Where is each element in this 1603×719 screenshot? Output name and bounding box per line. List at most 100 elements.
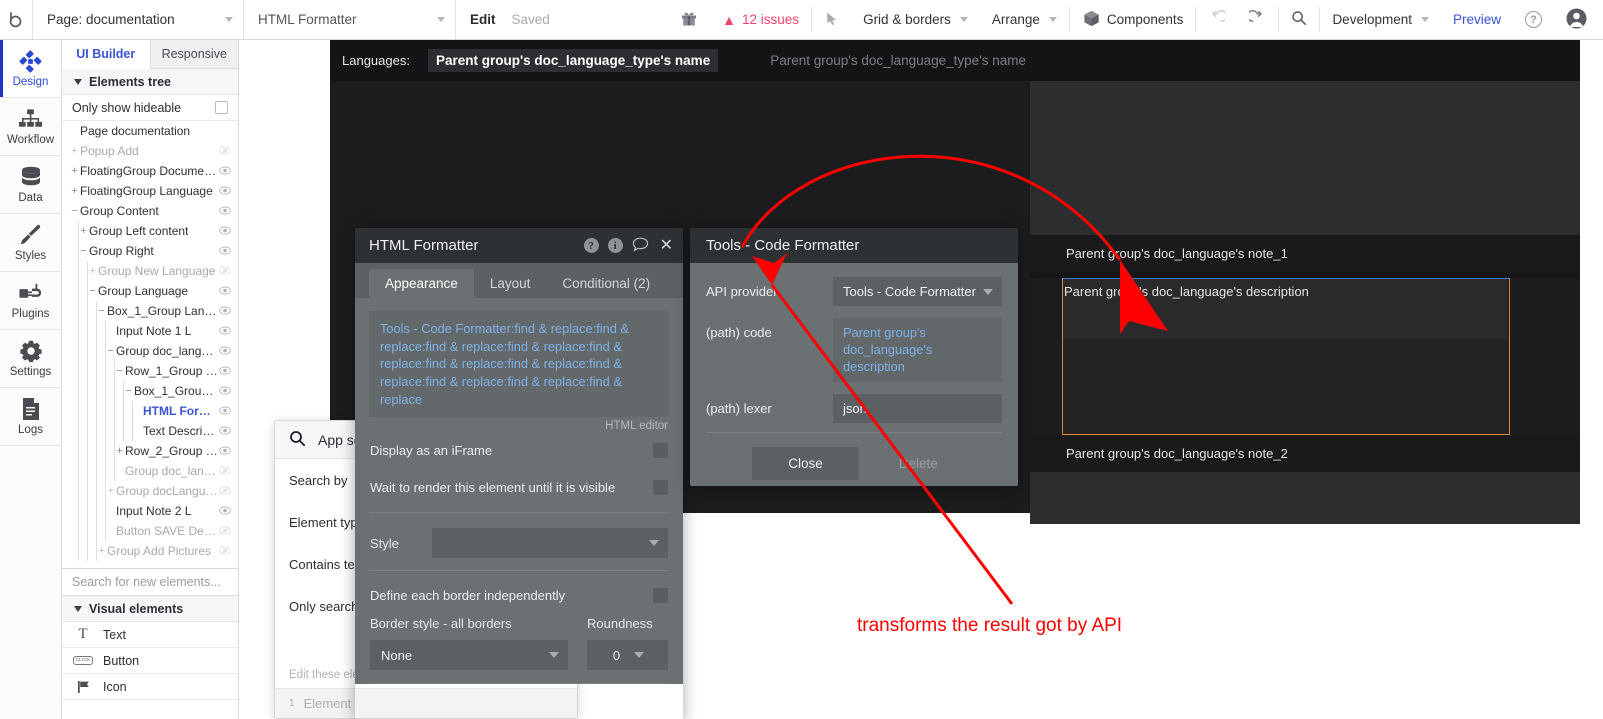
eye-visible-icon[interactable] [219, 424, 231, 438]
sidebar-item-styles[interactable]: Styles [0, 214, 61, 272]
eye-visible-icon[interactable] [219, 284, 231, 298]
tree-item[interactable]: Input Note 2 L [62, 501, 238, 521]
eye-visible-icon[interactable] [219, 384, 231, 398]
eye-visible-icon[interactable] [219, 204, 231, 218]
tree-item[interactable]: Page documentation [62, 121, 238, 141]
tree-item[interactable]: −Box_1_Group do... [62, 381, 238, 401]
api-provider-select[interactable]: Tools - Code Formatter [833, 277, 1002, 306]
tab-conditional[interactable]: Conditional (2) [546, 269, 666, 298]
account-button[interactable] [1554, 0, 1603, 39]
tree-item[interactable]: − Group Language [62, 281, 238, 301]
app-search-button[interactable] [1279, 0, 1319, 39]
sidebar-item-settings[interactable]: Settings [0, 330, 61, 388]
tree-item[interactable]: + FloatingGroup Language [62, 181, 238, 201]
eye-visible-icon[interactable] [219, 444, 231, 458]
page-selector[interactable]: Page: documentation [33, 0, 244, 39]
eye-visible-icon[interactable] [219, 504, 231, 518]
eye-visible-icon[interactable] [219, 364, 231, 378]
tree-expander[interactable]: + [106, 485, 115, 497]
palette-item-icon[interactable]: Icon [62, 674, 238, 700]
palette-item-text[interactable]: T Text [62, 622, 238, 648]
element-selector[interactable]: HTML Formatter [244, 0, 456, 39]
elements-tree-header[interactable]: Elements tree [62, 69, 238, 95]
tree-expander[interactable]: − [70, 205, 79, 217]
tree-item[interactable]: +Group docLanguage... [62, 481, 238, 501]
tree-expander[interactable]: + [70, 165, 79, 177]
grid-borders-menu[interactable]: Grid & borders [851, 0, 980, 39]
tree-item[interactable]: + Group New Language [62, 261, 238, 281]
tree-item[interactable]: + Group Left content [62, 221, 238, 241]
tree-expander[interactable]: − [124, 385, 133, 397]
roundness-select[interactable]: 0 [587, 640, 668, 671]
tree-expander[interactable]: + [70, 145, 79, 157]
help-button[interactable]: ? [1513, 0, 1554, 39]
visual-elements-header[interactable]: Visual elements [62, 596, 238, 622]
arrange-menu[interactable]: Arrange [980, 0, 1069, 39]
bubble-logo-icon[interactable] [0, 0, 33, 39]
tree-item[interactable]: Input Note 1 L [62, 321, 238, 341]
language-tab-inactive[interactable]: Parent group's doc_language_type's name [762, 49, 1034, 72]
tree-item[interactable]: + FloatingGroup Documentat... [62, 161, 238, 181]
sidebar-item-logs[interactable]: Logs [0, 388, 61, 446]
development-menu[interactable]: Development [1320, 0, 1441, 39]
tree-item[interactable]: Text Descriptio... [62, 421, 238, 441]
tree-expander[interactable]: + [70, 185, 79, 197]
edit-mode-label[interactable]: Edit [470, 12, 496, 27]
path-code-field[interactable]: Parent group's doc_language's descriptio… [833, 318, 1002, 383]
eye-visible-icon[interactable] [219, 404, 231, 418]
eye-hidden-icon[interactable] [219, 144, 231, 158]
define-borders-checkbox[interactable] [653, 588, 668, 604]
tree-item[interactable]: − Group Right [62, 241, 238, 261]
new-elements-search[interactable]: Search for new elements... [62, 568, 238, 596]
border-style-select[interactable]: None [370, 640, 568, 671]
tree-expander[interactable]: + [88, 265, 97, 277]
tree-item[interactable]: −Row_1_Group doc... [62, 361, 238, 381]
eye-visible-icon[interactable] [219, 304, 231, 318]
tree-item[interactable]: Group doc_language [62, 461, 238, 481]
eye-visible-icon[interactable] [219, 184, 231, 198]
tree-expander[interactable]: + [79, 225, 88, 237]
tab-layout[interactable]: Layout [474, 269, 547, 298]
display-iframe-checkbox[interactable] [653, 443, 668, 459]
canvas-note-2[interactable]: Parent group's doc_language's note_2 [1030, 435, 1580, 472]
tree-item[interactable]: HTML Formatter [62, 401, 238, 421]
eye-hidden-icon[interactable] [219, 524, 231, 538]
comment-bubble-icon[interactable] [632, 237, 649, 255]
preview-button[interactable]: Preview [1441, 0, 1513, 39]
eye-hidden-icon[interactable] [219, 544, 231, 558]
undo-button[interactable] [1196, 0, 1237, 39]
eye-visible-icon[interactable] [219, 324, 231, 338]
tree-expander[interactable]: − [88, 285, 97, 297]
sidebar-item-design[interactable]: Design [0, 40, 61, 98]
sidebar-item-data[interactable]: Data [0, 156, 61, 214]
close-button[interactable]: Close [752, 447, 859, 481]
tree-item[interactable]: −Box_1_Group Language [62, 301, 238, 321]
tree-expander[interactable]: + [97, 545, 106, 557]
tree-item[interactable]: − Group Content [62, 201, 238, 221]
tree-item[interactable]: + Group Add Pictures [62, 541, 238, 561]
html-editor-field[interactable]: Tools - Code Formatter:find & replace:fi… [369, 311, 669, 418]
sidebar-item-workflow[interactable]: Workflow [0, 98, 61, 156]
eye-visible-icon[interactable] [219, 164, 231, 178]
issues-button[interactable]: ▲ 12 issues [710, 0, 811, 39]
style-select[interactable] [432, 528, 668, 559]
select-tool-button[interactable] [812, 0, 851, 39]
eye-visible-icon[interactable] [219, 224, 231, 238]
gift-button[interactable] [668, 0, 710, 39]
close-icon[interactable]: ✕ [658, 237, 673, 254]
canvas-note-1[interactable]: Parent group's doc_language's note_1 [1030, 235, 1580, 272]
components-button[interactable]: Components [1070, 0, 1196, 39]
tree-expander[interactable]: − [115, 365, 124, 377]
eye-hidden-icon[interactable] [219, 484, 231, 498]
tab-responsive[interactable]: Responsive [150, 40, 238, 68]
eye-visible-icon[interactable] [219, 244, 231, 258]
help-circle-icon[interactable]: ? [583, 238, 599, 253]
tree-expander[interactable]: − [106, 345, 115, 357]
tree-expander[interactable]: − [97, 305, 106, 317]
property-editor-header[interactable]: HTML Formatter ? i ✕ [355, 228, 683, 263]
tab-appearance[interactable]: Appearance [369, 269, 474, 298]
tree-expander[interactable]: − [79, 245, 88, 257]
language-tab-active[interactable]: Parent group's doc_language_type's name [427, 49, 719, 72]
info-circle-icon[interactable]: i [607, 238, 623, 253]
tree-item[interactable]: + Popup Add [62, 141, 238, 161]
